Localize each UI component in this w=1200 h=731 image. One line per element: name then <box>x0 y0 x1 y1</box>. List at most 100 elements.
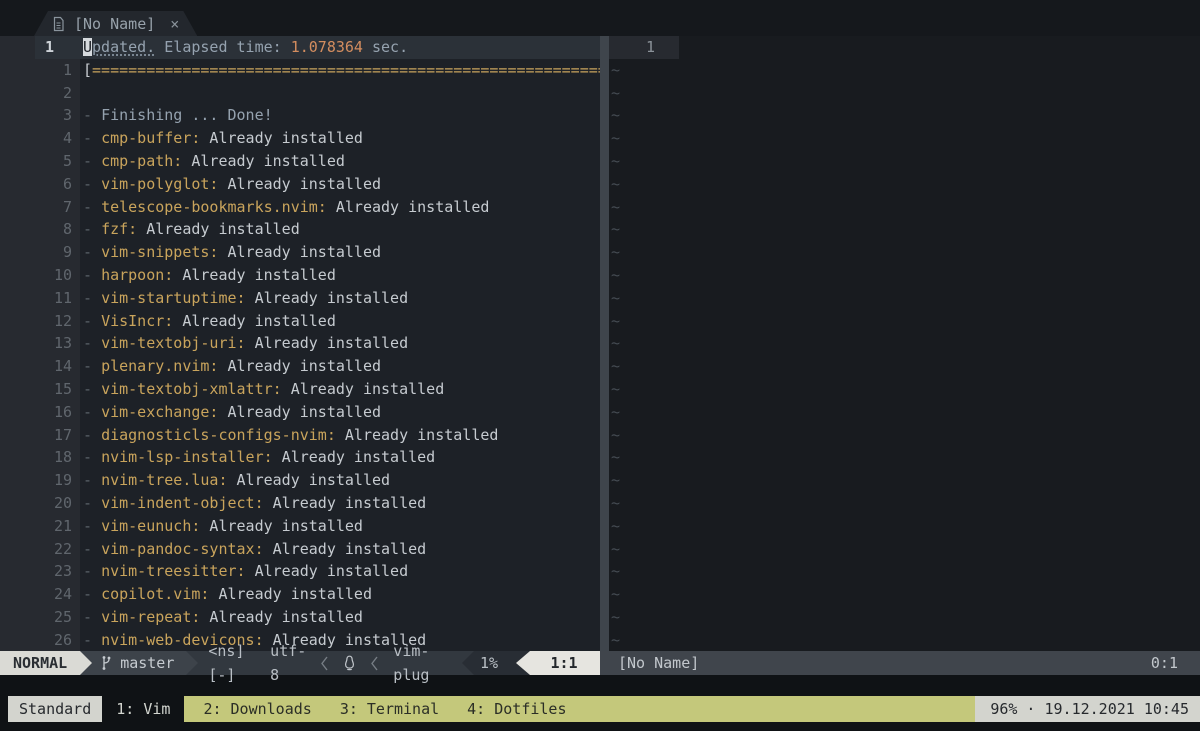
plugin-name: diagnosticls-configs-nvim: <box>101 426 336 444</box>
plugin-name: vim-textobj-uri: <box>101 334 246 352</box>
relative-line-number: 8 <box>0 218 80 241</box>
dash-bullet: - <box>83 517 101 535</box>
terminal-screen: [No Name] × 1 Updated. Elapsed time: 1.0… <box>0 0 1200 731</box>
file-flags: <ns][-] <box>208 639 256 687</box>
dash-bullet: - <box>83 540 101 558</box>
editor-main: 1 Updated. Elapsed time: 1.078364 sec. 1… <box>0 36 1200 651</box>
plugin-name: harpoon: <box>101 266 173 284</box>
plugin-name: vim-exchange: <box>101 403 218 421</box>
buffer-line-text: - copilot.vim: Already installed <box>80 583 600 606</box>
buffer-line-text: - plenary.nvim: Already installed <box>80 355 600 378</box>
buffer-line: 20- vim-indent-object: Already installed <box>0 492 600 515</box>
relative-line-number: 17 <box>0 424 80 447</box>
buffer-line: 2 <box>0 82 600 105</box>
chevron-left-icon <box>370 655 379 672</box>
tilde-marker: ~ <box>609 469 620 492</box>
dash-bullet: - <box>83 289 101 307</box>
dash-bullet: - <box>83 334 101 352</box>
tmux-active-window-slot: 1: Vim <box>102 696 184 722</box>
buffer-line: 9- vim-snippets: Already installed <box>0 241 600 264</box>
buffer-line: 3- Finishing ... Done! <box>0 104 600 127</box>
buffer-line-text: - nvim-treesitter: Already installed <box>80 560 600 583</box>
relative-line-number: 20 <box>0 492 80 515</box>
scroll-percent: 1% <box>474 651 516 675</box>
buffer-line: 8- fzf: Already installed <box>0 218 600 241</box>
tilde-marker: ~ <box>609 629 620 651</box>
plugin-name: nvim-lsp-installer: <box>101 448 273 466</box>
plugin-name: vim-pandoc-syntax: <box>101 540 264 558</box>
relative-line-number: 21 <box>0 515 80 538</box>
elapsed-time-value: 1.078364 <box>291 38 363 56</box>
command-line[interactable] <box>0 675 1200 696</box>
relative-line-number: 23 <box>0 560 80 583</box>
plugin-status: Already installed <box>200 517 363 535</box>
buffer-line: 13- vim-textobj-uri: Already installed <box>0 332 600 355</box>
plugin-status: Already installed <box>282 380 445 398</box>
close-icon[interactable]: × <box>170 15 179 33</box>
dash-bullet: - <box>83 129 101 147</box>
tab-no-name[interactable]: [No Name] × <box>34 11 197 36</box>
tmux-session-name[interactable]: Standard <box>8 696 102 722</box>
tmux-window-active[interactable]: 1: Vim <box>102 696 184 722</box>
mode-indicator: NORMAL <box>0 651 80 675</box>
plugin-name: vim-eunuch: <box>101 517 200 535</box>
dash-bullet: - <box>83 106 101 124</box>
dash-bullet: - <box>83 631 101 649</box>
relative-line-number: 14 <box>0 355 80 378</box>
tilde-line: ~ <box>609 378 1200 401</box>
buffer-line-text: - nvim-tree.lua: Already installed <box>80 469 600 492</box>
empty-buffer-window[interactable]: 1 ~~~~~~~~~~~~~~~~~~~~~~~~~~ <box>609 36 1200 651</box>
relative-line-number: 19 <box>0 469 80 492</box>
tilde-marker: ~ <box>609 401 620 424</box>
right-tilde-lines: ~~~~~~~~~~~~~~~~~~~~~~~~~~ <box>609 59 1200 651</box>
tilde-marker: ~ <box>609 355 620 378</box>
tilde-marker: ~ <box>609 150 620 173</box>
plugin-name: vim-polyglot: <box>101 175 218 193</box>
statusline-inactive: [No Name] 0:1 <box>600 651 1200 675</box>
relative-line-number: 7 <box>0 196 80 219</box>
plugin-status: Already installed <box>137 220 300 238</box>
buffer-line: 4- cmp-buffer: Already installed <box>0 127 600 150</box>
git-segment: master <box>92 651 186 675</box>
dash-bullet: - <box>83 426 101 444</box>
tmux-window[interactable]: 2: Downloads <box>203 696 311 722</box>
tilde-line: ~ <box>609 287 1200 310</box>
plugin-name: cmp-buffer: <box>101 129 200 147</box>
window-separator[interactable] <box>600 36 609 651</box>
plugin-status: Already installed <box>200 129 363 147</box>
tilde-marker: ~ <box>609 560 620 583</box>
tilde-line: ~ <box>609 264 1200 287</box>
buffer-line-text: - cmp-buffer: Already installed <box>80 127 600 150</box>
tilde-marker: ~ <box>609 127 620 150</box>
plugin-status: Already installed <box>173 312 336 330</box>
plugin-name: vim-startuptime: <box>101 289 246 307</box>
header-mid-text: Elapsed time: <box>155 38 290 56</box>
cursor-line-number: 1 <box>0 36 80 59</box>
statusline: NORMAL master <ns][-] utf-8 <box>0 651 1200 675</box>
buffer-line: 1[======================================… <box>0 59 600 82</box>
tab-label: [No Name] <box>74 15 155 33</box>
tilde-marker: ~ <box>609 104 620 127</box>
buffer-line: 7- telescope-bookmarks.nvim: Already ins… <box>0 196 600 219</box>
buffer-line-text: - diagnosticls-configs-nvim: Already ins… <box>80 424 600 447</box>
plugin-status: Already installed <box>218 175 381 193</box>
buffer-line-text: - vim-pandoc-syntax: Already installed <box>80 538 600 561</box>
buffer-line-text: - vim-textobj-uri: Already installed <box>80 332 600 355</box>
relative-line-number: 2 <box>0 82 80 105</box>
tabline: [No Name] × <box>0 0 1200 36</box>
relative-line-number: 18 <box>0 446 80 469</box>
tmux-window[interactable]: 3: Terminal <box>340 696 439 722</box>
buffer-line: 5- cmp-path: Already installed <box>0 150 600 173</box>
vim-plug-window[interactable]: 1 Updated. Elapsed time: 1.078364 sec. 1… <box>0 36 600 651</box>
git-branch-icon <box>100 655 112 671</box>
buffer-line: 19- nvim-tree.lua: Already installed <box>0 469 600 492</box>
buffer-line: 16- vim-exchange: Already installed <box>0 401 600 424</box>
tilde-line: ~ <box>609 401 1200 424</box>
tilde-line: ~ <box>609 150 1200 173</box>
powerline-separator <box>80 651 92 675</box>
plugin-name: vim-repeat: <box>101 608 200 626</box>
inactive-file-name: [No Name] <box>618 651 699 675</box>
tmux-window[interactable]: 4: Dotfiles <box>467 696 566 722</box>
plugin-status: Already installed <box>273 448 436 466</box>
relative-line-number: 1 <box>0 59 80 82</box>
